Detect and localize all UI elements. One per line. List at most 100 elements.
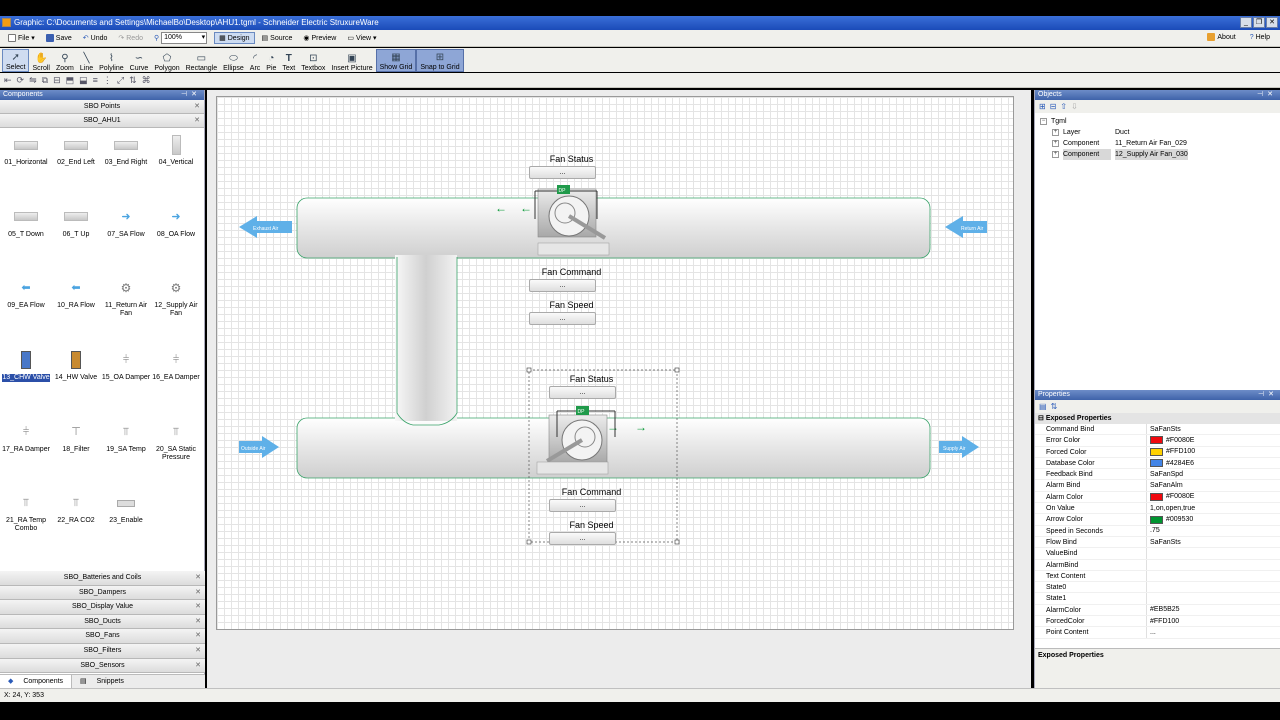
component-item[interactable]: 14_HW Valve [51, 349, 101, 399]
component-item[interactable]: ⬅ 10_RA Flow [51, 277, 101, 327]
property-value[interactable]: .75 [1147, 526, 1280, 536]
point-value-box[interactable]: ... [529, 166, 596, 179]
pin-icon[interactable]: ⊣ [1258, 391, 1268, 398]
tool-scroll[interactable]: ✋ Scroll [29, 49, 53, 72]
zoom-control[interactable]: ⚲ 100% [150, 31, 211, 45]
rotate-icon[interactable]: ⟳ [17, 75, 25, 86]
component-item[interactable]: ➜ 07_SA Flow [101, 206, 151, 256]
component-group[interactable]: SBO_Display Value ✕ [0, 600, 205, 615]
tool-rectangle[interactable]: ▭ Rectangle [183, 49, 221, 72]
align-left-icon[interactable]: ⇤ [4, 75, 12, 86]
move-up-icon[interactable]: ⇧ [1060, 102, 1067, 111]
expand-icon[interactable]: + [1052, 151, 1059, 158]
tab-components[interactable]: ◆ Components [0, 675, 73, 688]
redo-button[interactable]: ↷ Redo [114, 33, 147, 43]
property-value[interactable]: #F0080E [1147, 435, 1280, 445]
component-group[interactable]: SBO_Batteries and Coils ✕ [0, 571, 205, 586]
property-value[interactable]: #F0080E [1147, 492, 1280, 502]
point-value-box[interactable]: ... [529, 279, 596, 292]
undo-button[interactable]: ↶ Undo [79, 33, 112, 43]
component-item[interactable]: 04_Vertical [151, 134, 201, 184]
component-group[interactable]: SBO_Sensors ✕ [0, 658, 205, 674]
component-item[interactable]: 03_End Right [101, 134, 151, 184]
order-icon[interactable]: ⇅ [129, 75, 137, 86]
component-item[interactable]: ⫪ 19_SA Temp [101, 421, 151, 471]
view-menu[interactable]: ▭ View ▾ [343, 33, 380, 43]
property-value[interactable]: #009530 [1147, 514, 1280, 524]
tool-pie[interactable]: ◔ Pie [263, 49, 279, 72]
component-item[interactable]: ⬅ 09_EA Flow [1, 277, 51, 327]
tool-arc[interactable]: ◜ Arc [247, 49, 264, 72]
close-icon[interactable]: ✕ [195, 644, 201, 658]
tool-insert-picture[interactable]: ▣ Insert Picture [328, 49, 375, 72]
bring-front-icon[interactable]: ⬒ [66, 75, 75, 86]
tool-polygon[interactable]: ⬠ Polygon [151, 49, 182, 72]
property-value[interactable]: SaFanSpd [1147, 469, 1280, 479]
alphabetical-icon[interactable]: ⇅ [1051, 402, 1058, 411]
property-row[interactable]: Command Bind SaFanSts [1035, 424, 1280, 436]
source-tab[interactable]: ▤ Source [258, 33, 297, 43]
group-sbo-ahu1[interactable]: SBO_AHU1 ✕ [0, 114, 204, 128]
group-icon[interactable]: ⧉ [42, 75, 48, 86]
property-value[interactable] [1147, 593, 1280, 603]
pin-icon[interactable]: ⊣ [1257, 91, 1267, 98]
point-value-box[interactable]: ... [549, 532, 616, 545]
component-item[interactable]: ⚙ 12_Supply Air Fan [151, 277, 201, 327]
align-center-icon[interactable]: ≡ [93, 75, 98, 85]
close-icon[interactable]: ✕ [195, 659, 201, 673]
point-value-box[interactable]: ... [549, 386, 616, 399]
tool-line[interactable]: ╲ Line [77, 49, 96, 72]
collapse-all-icon[interactable]: ⊟ [1050, 102, 1057, 111]
component-group[interactable]: SBO_Dampers ✕ [0, 585, 205, 601]
component-item[interactable]: 06_T Up [51, 206, 101, 256]
component-item[interactable]: ⫪ 22_RA CO2 [51, 492, 101, 542]
mixing-duct[interactable] [395, 255, 457, 421]
design-tab[interactable]: ▦ Design [214, 32, 255, 44]
component-item[interactable]: 05_T Down [1, 206, 51, 256]
component-item[interactable]: ⊤ 18_Filter [51, 421, 101, 471]
tool-snap-to-grid[interactable]: ⊞ Snap to Grid [416, 49, 464, 72]
property-value[interactable]: #FFD100 [1147, 447, 1280, 457]
supply-air-fan[interactable]: DP [536, 406, 616, 475]
close-icon[interactable]: ✕ [195, 571, 201, 585]
ungroup-icon[interactable]: ⊟ [53, 75, 61, 86]
property-row[interactable]: Point Content... [1035, 627, 1280, 639]
property-value[interactable]: #FFD100 [1147, 616, 1280, 626]
tree-root[interactable]: − Tgml [1040, 116, 1275, 127]
size-icon[interactable]: ⤢ [117, 75, 124, 86]
property-row[interactable]: State0 [1035, 582, 1280, 594]
tree-node[interactable]: + Layer Duct [1040, 127, 1275, 138]
close-icon[interactable]: ✕ [1267, 91, 1277, 98]
property-row[interactable]: AlarmColor #EB5B25 [1035, 604, 1280, 617]
component-group[interactable]: SBO_Fans ✕ [0, 629, 205, 644]
path-icon[interactable]: ⌘ [142, 75, 151, 86]
close-icon[interactable]: ✕ [194, 114, 200, 128]
tool-polyline[interactable]: ⌇ Polyline [96, 49, 127, 72]
property-value[interactable]: SaFanSts [1147, 424, 1280, 434]
property-row[interactable]: Speed in Seconds .75 [1035, 525, 1280, 537]
close-button[interactable]: ✕ [1266, 17, 1278, 28]
property-value[interactable]: SaFanAlm [1147, 480, 1280, 490]
property-value[interactable]: #4284E6 [1147, 458, 1280, 468]
component-item[interactable]: 02_End Left [51, 134, 101, 184]
collapse-icon[interactable]: − [1040, 118, 1047, 125]
property-row[interactable]: Flow Bind SaFanSts [1035, 536, 1280, 549]
tool-ellipse[interactable]: ⬭ Ellipse [220, 49, 247, 72]
close-icon[interactable]: ✕ [191, 91, 201, 98]
property-value[interactable] [1147, 582, 1280, 592]
tree-node[interactable]: + Component 11_Return Air Fan_029 [1040, 138, 1275, 149]
property-value[interactable] [1147, 560, 1280, 570]
drawing-canvas[interactable]: Exhaust Air Return Air Outside Air Suppl… [216, 96, 1014, 630]
property-value[interactable]: #EB5B25 [1147, 605, 1280, 615]
property-row[interactable]: Database Color #4284E6 [1035, 457, 1280, 470]
tool-textbox[interactable]: ⊡ Textbox [298, 49, 328, 72]
point-value-box[interactable]: ... [549, 499, 616, 512]
component-item[interactable]: ⚙ 11_Return Air Fan [101, 277, 151, 327]
restore-button[interactable]: ❐ [1253, 17, 1265, 28]
property-row[interactable]: Error Color #F0080E [1035, 435, 1280, 447]
tab-snippets[interactable]: ▤ Snippets [72, 675, 132, 688]
close-icon[interactable]: ✕ [194, 100, 200, 114]
tool-select[interactable]: ➚ Select [2, 49, 30, 72]
property-value[interactable]: 1,on,open,true [1147, 503, 1280, 513]
property-row[interactable]: Text Content [1035, 570, 1280, 583]
